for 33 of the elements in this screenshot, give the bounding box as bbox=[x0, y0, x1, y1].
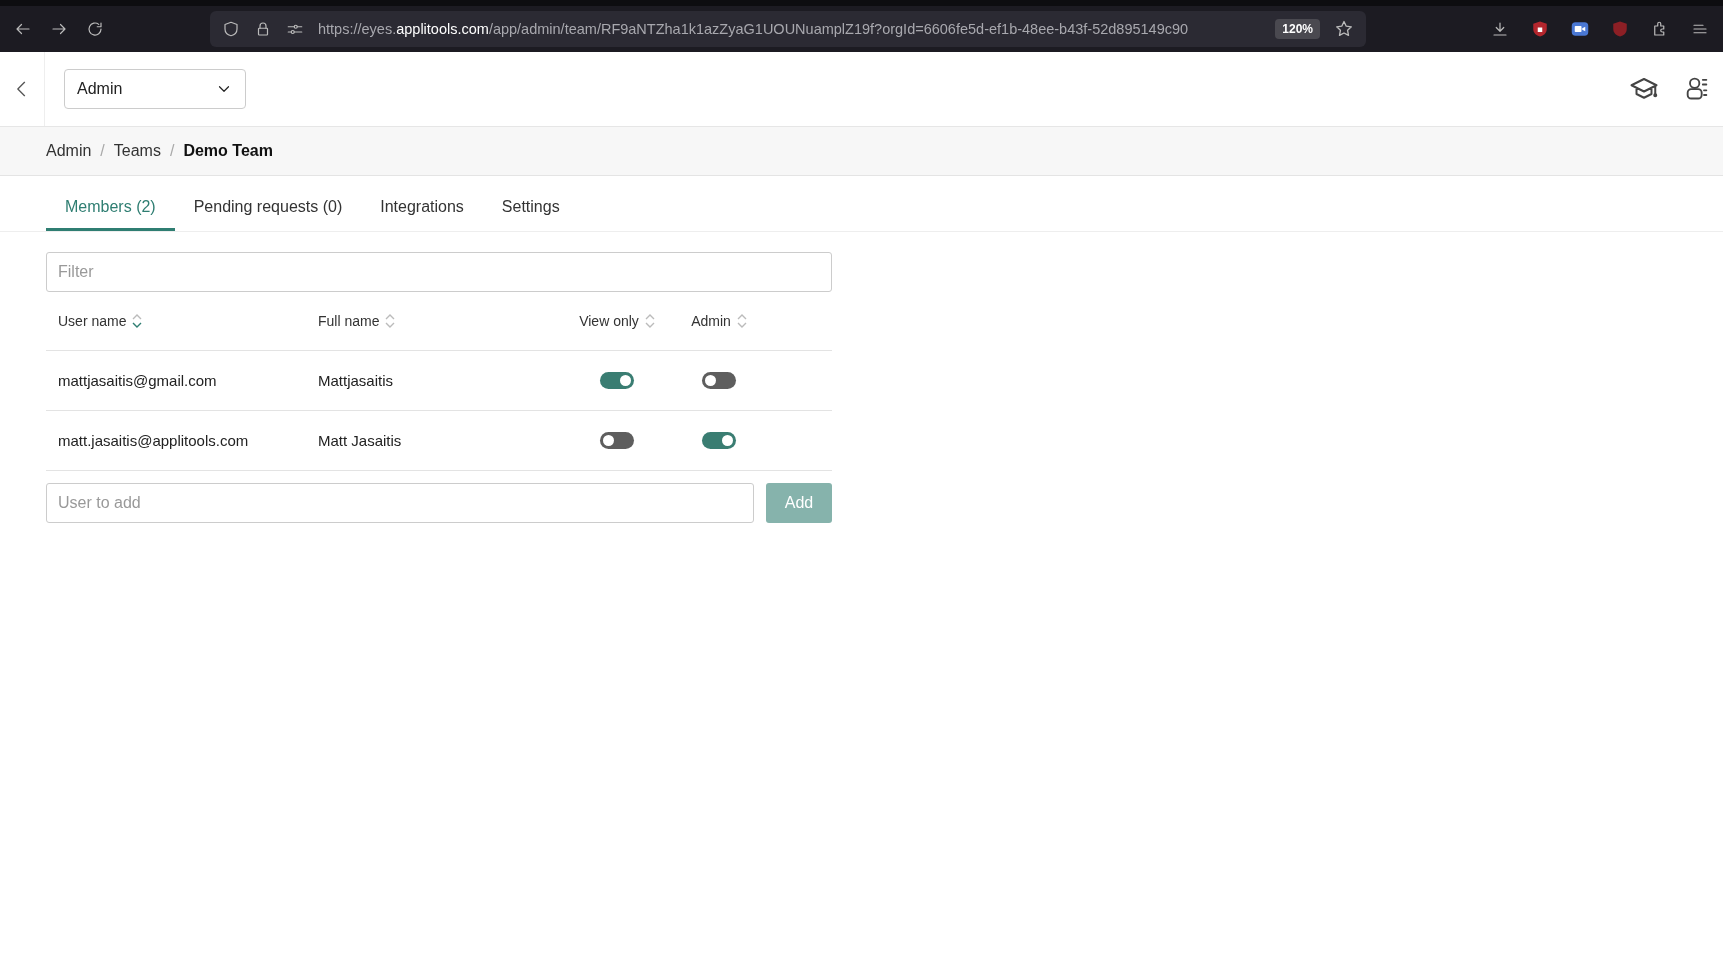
toggle-switch[interactable] bbox=[702, 432, 736, 449]
address-bar[interactable]: https://eyes.applitools.com/app/admin/team/RF9aNTZha1k1azZyaG1UOUNuamplZ19f?orgId=6606fe5d-ef1b-48ee-b43f-52d895149c90 120% bbox=[210, 11, 1366, 47]
sort-icon[interactable] bbox=[132, 313, 143, 329]
shield-extension-icon[interactable] bbox=[1531, 20, 1549, 38]
table-cell-text: Mattjasaitis bbox=[317, 372, 395, 389]
column-header[interactable]: Full name bbox=[318, 313, 380, 329]
filter-field[interactable]: Filter bbox=[46, 252, 832, 292]
breadcrumb-link[interactable]: Teams bbox=[113, 142, 161, 160]
breadcrumb-link[interactable]: Admin bbox=[46, 142, 92, 160]
breadcrumb-separator: / bbox=[100, 142, 105, 160]
tab[interactable]: Members (2) bbox=[46, 188, 175, 231]
star-icon[interactable] bbox=[1334, 19, 1354, 39]
organization-dropdown[interactable]: Admin bbox=[64, 69, 246, 109]
shield-icon[interactable] bbox=[222, 20, 240, 38]
tab[interactable]: Settings bbox=[482, 188, 579, 231]
url-text: https://eyes.applitools.com/app/admin/team/RF9aNTZha1k1azZyaG1UOUNuamplZ19f?orgId=6606fe5d-ef1b-48ee-b43f-52d895149c90 bbox=[318, 21, 1190, 37]
breadcrumb-current: Demo Team bbox=[183, 142, 273, 160]
breadcrumb-separator: / bbox=[169, 142, 175, 160]
toggle-switch[interactable] bbox=[600, 372, 634, 389]
table-cell-text: Matt Jasaitis bbox=[317, 432, 403, 449]
tab[interactable]: Integrations bbox=[361, 188, 483, 231]
column-header[interactable]: User name bbox=[58, 313, 127, 329]
reload-icon[interactable] bbox=[86, 20, 104, 38]
table-cell-text: matt.jasaitis@applitools.com bbox=[57, 432, 250, 449]
column-header[interactable]: View only bbox=[579, 313, 639, 329]
column-header[interactable]: Admin bbox=[691, 313, 731, 329]
camera-extension-icon[interactable] bbox=[1571, 20, 1589, 38]
table-cell-text: mattjasaitis@gmail.com bbox=[57, 372, 218, 389]
toggle-switch[interactable] bbox=[702, 372, 736, 389]
download-icon[interactable] bbox=[1491, 20, 1509, 38]
zoom-level[interactable]: 120% bbox=[1275, 19, 1320, 39]
tab[interactable]: Pending requests (0) bbox=[174, 188, 362, 231]
toggle-switch[interactable] bbox=[600, 432, 634, 449]
